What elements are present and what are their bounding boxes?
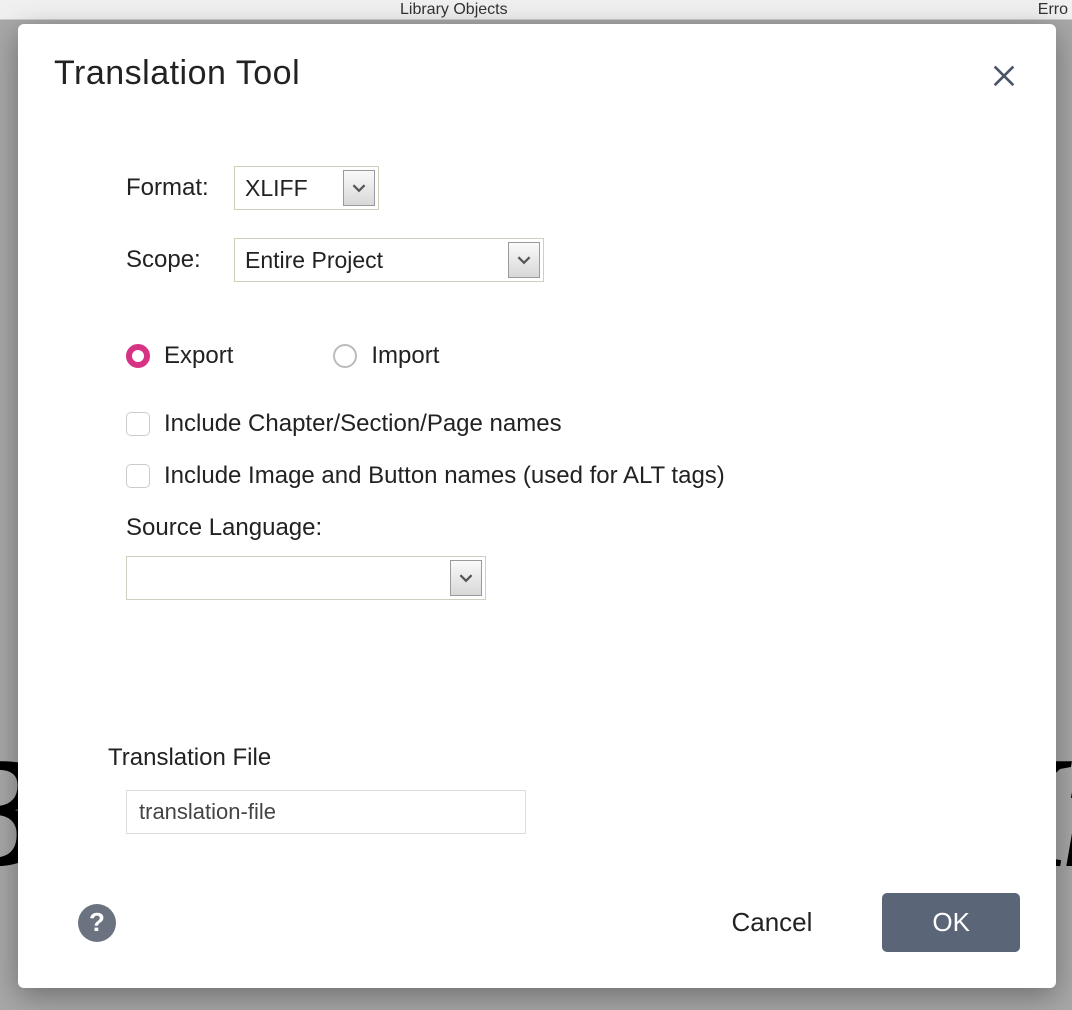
cancel-button[interactable]: Cancel [731,907,812,938]
export-radio-label: Export [164,342,233,370]
help-button[interactable]: ? [78,904,116,942]
close-button[interactable] [988,54,1020,96]
format-row: Format: XLIFF [126,166,1020,210]
include-alt-checkbox[interactable]: Include Image and Button names (used for… [126,462,1020,490]
translation-file-label: Translation File [108,744,1020,772]
source-language-block: Source Language: [126,514,1020,604]
format-select[interactable]: XLIFF [234,166,379,210]
dialog-footer: ? Cancel OK [54,893,1020,952]
dialog-header: Translation Tool [54,54,1020,96]
scope-select[interactable]: Entire Project [234,238,544,282]
chevron-down-icon [517,253,531,267]
source-language-value [127,557,447,599]
include-names-checkbox[interactable]: Include Chapter/Section/Page names [126,410,1020,438]
scope-value: Entire Project [235,239,505,281]
include-alt-label: Include Image and Button names (used for… [164,462,725,490]
format-label: Format: [126,174,234,202]
help-icon: ? [89,907,105,938]
ok-button[interactable]: OK [882,893,1020,952]
source-language-dropdown-button[interactable] [450,560,482,596]
checkbox-unchecked-icon [126,464,150,488]
scope-row: Scope: Entire Project [126,238,1020,282]
checkbox-unchecked-icon [126,412,150,436]
chevron-down-icon [352,181,366,195]
translation-file-input[interactable] [126,790,526,834]
radio-selected-icon [126,344,150,368]
bg-toolbar-label: Library Objects [400,1,508,19]
translation-file-section: Translation File [108,744,1020,834]
footer-actions: Cancel OK [731,893,1020,952]
export-radio[interactable]: Export [126,342,233,370]
import-radio-label: Import [371,342,439,370]
radio-unselected-icon [333,344,357,368]
background-toolbar: Library Objects Erro [0,0,1072,20]
source-language-label: Source Language: [126,514,1020,542]
close-icon [988,58,1020,90]
include-names-label: Include Chapter/Section/Page names [164,410,562,438]
format-dropdown-button[interactable] [343,170,375,206]
format-value: XLIFF [235,167,340,209]
chevron-down-icon [459,571,473,585]
source-language-select[interactable] [126,556,486,600]
translation-tool-dialog: Translation Tool Format: XLIFF Scope: En… [18,24,1056,988]
scope-dropdown-button[interactable] [508,242,540,278]
form-area: Format: XLIFF Scope: Entire Project Expo… [54,96,1020,893]
mode-radio-group: Export Import [126,342,1020,370]
dialog-title: Translation Tool [54,54,300,93]
scope-label: Scope: [126,246,234,274]
bg-errors-label: Erro [1038,1,1068,19]
import-radio[interactable]: Import [333,342,439,370]
